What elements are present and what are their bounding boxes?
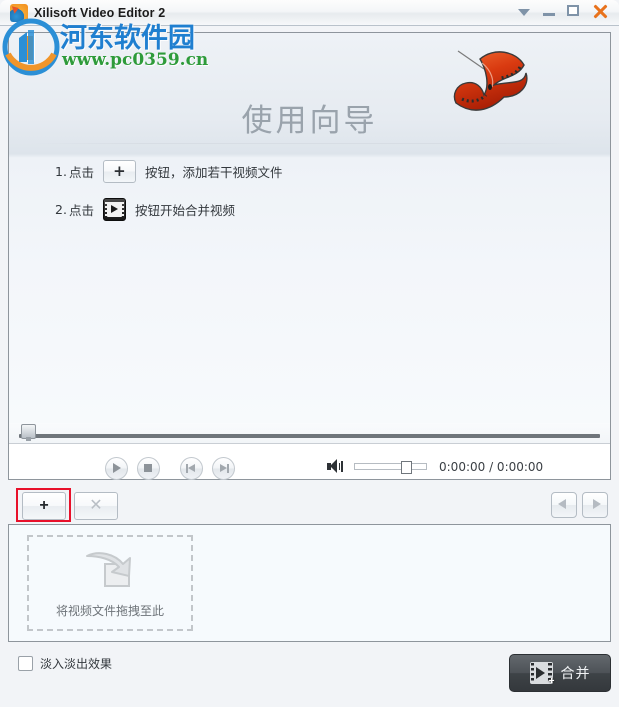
merge-button-label: 合并 (560, 666, 591, 682)
previous-page-arrow[interactable] (551, 492, 577, 518)
delete-file-button[interactable]: ✕ (74, 492, 118, 520)
drop-zone-label: 将视频文件拖拽至此 (55, 603, 164, 618)
scrubber-thumb[interactable] (21, 424, 36, 441)
step-1-number: 1. (55, 163, 67, 179)
fade-effect-checkbox[interactable]: 淡入淡出效果 (18, 655, 112, 672)
preview-canvas: 使用向导 1. 点击 + 按钮，添加若干视频文件 2. 点击 按钮开始合并视频 (9, 33, 610, 423)
time-display: 0:00:00 / 0:00:00 (439, 459, 544, 474)
volume-speaker-icon[interactable] (327, 459, 344, 474)
title-bar: Xilisoft Video Editor 2 (0, 0, 619, 26)
transport-buttons (105, 457, 235, 480)
xilisoft-app-icon (10, 4, 28, 22)
drag-drop-arrow-icon (86, 551, 131, 587)
next-page-arrow[interactable] (582, 492, 608, 518)
player-controls: 0:00:00 / 0:00:00 (9, 443, 610, 480)
fade-effect-label: 淡入淡出效果 (40, 657, 113, 671)
step-2-prefix: 点击 (68, 202, 94, 218)
window-title: Xilisoft Video Editor 2 (34, 6, 166, 20)
xilisoft-film-ribbon-logo (453, 50, 528, 111)
guide-step-2: 2. 点击 按钮开始合并视频 (55, 194, 282, 224)
step-1-suffix: 按钮，添加若干视频文件 (144, 164, 283, 180)
guide-steps: 1. 点击 + 按钮，添加若干视频文件 2. 点击 按钮开始合并视频 (55, 156, 282, 224)
fade-effect-checkbox-box[interactable] (18, 656, 33, 671)
clip-list-panel[interactable]: 将视频文件拖拽至此 (8, 524, 611, 642)
title-bar-left: Xilisoft Video Editor 2 (10, 3, 165, 23)
merge-film-icon: + (529, 662, 555, 687)
next-track-icon[interactable] (212, 457, 235, 480)
application-window: Xilisoft Video Editor 2 使用向导 1. 点击 + 按钮，… (0, 0, 619, 707)
volume-slider-thumb[interactable] (401, 461, 412, 474)
film-play-body (106, 201, 122, 217)
merge-film-icon (102, 197, 126, 221)
scrubber-track[interactable] (19, 434, 600, 438)
step-2-number: 2. (55, 201, 67, 217)
step-1-prefix: 点击 (68, 164, 94, 180)
guide-step-1: 1. 点击 + 按钮，添加若干视频文件 (55, 156, 282, 186)
minimize-icon[interactable] (540, 2, 558, 20)
preview-panel: 使用向导 1. 点击 + 按钮，添加若干视频文件 2. 点击 按钮开始合并视频 … (8, 32, 611, 480)
merge-button[interactable]: + 合并 (509, 654, 611, 692)
volume-slider[interactable] (354, 461, 427, 474)
add-button-highlight (16, 488, 71, 522)
film-perforations-right (120, 201, 124, 217)
bottom-bar: 淡入淡出效果 + 合并 (0, 645, 619, 707)
merge-plus-badge: + (548, 676, 555, 687)
window-controls (515, 2, 610, 20)
close-icon[interactable] (590, 2, 610, 20)
step-2-suffix: 按钮开始合并视频 (134, 202, 235, 218)
delete-file-label: ✕ (89, 497, 103, 514)
speaker-cone (330, 459, 337, 473)
drop-zone[interactable]: 将视频文件拖拽至此 (27, 535, 193, 631)
merge-film-perforations-left (530, 663, 534, 683)
menu-chevron-icon[interactable] (515, 2, 533, 20)
stop-icon[interactable] (137, 457, 160, 480)
speaker-wave-2 (341, 461, 343, 472)
maximize-icon[interactable] (565, 2, 583, 20)
preview-scrubber[interactable] (9, 423, 610, 443)
clip-toolbar: + ✕ (8, 488, 611, 524)
volume-area: 0:00:00 / 0:00:00 (327, 459, 543, 474)
plus-button-icon: + (102, 159, 136, 183)
play-icon[interactable] (105, 457, 128, 480)
speaker-wave-1 (338, 463, 340, 470)
previous-track-icon[interactable] (180, 457, 203, 480)
